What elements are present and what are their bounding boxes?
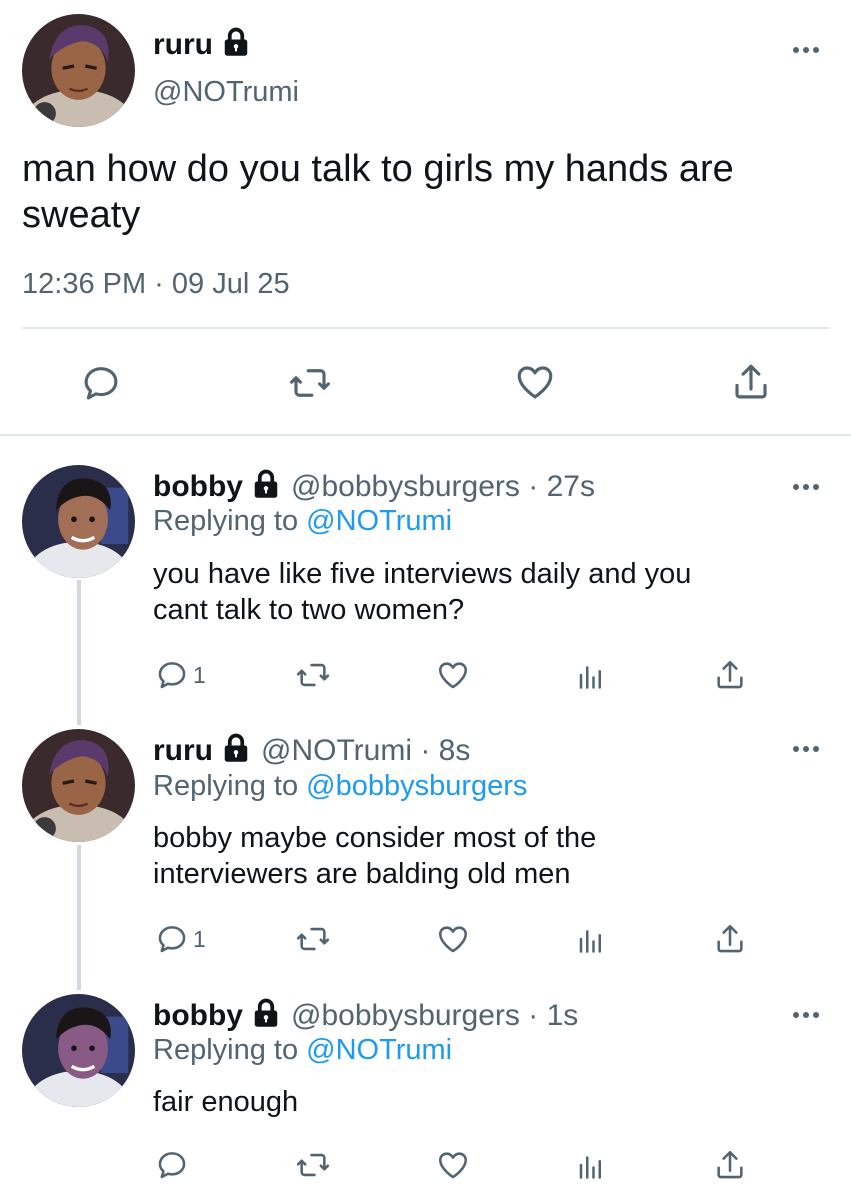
views-icon [579, 930, 601, 953]
thread-line [77, 580, 81, 725]
replying-to-label: Replying to [153, 1034, 307, 1066]
retweet-icon [296, 663, 330, 687]
replying-to: Replying to @NOTrumi [153, 505, 452, 538]
more-icon[interactable] [793, 1012, 819, 1018]
share-icon [717, 660, 743, 689]
divider [0, 434, 851, 436]
reply-button[interactable] [155, 1148, 189, 1182]
reply-author-name[interactable]: ruru [153, 734, 213, 768]
like-button[interactable] [435, 1148, 471, 1182]
views-icon [579, 666, 601, 689]
more-icon[interactable] [793, 47, 819, 53]
like-icon [438, 1152, 468, 1179]
retweet-button[interactable] [295, 1148, 331, 1182]
like-icon [438, 926, 468, 953]
thread-line [77, 845, 81, 990]
views-button[interactable] [576, 1150, 606, 1180]
reply-text-line: bobby maybe consider most of the [153, 822, 597, 854]
replying-to-label: Replying to [153, 505, 307, 537]
divider [22, 327, 829, 329]
retweet-icon [296, 927, 330, 951]
replying-to: Replying to @bobbysburgers [153, 770, 527, 803]
share-icon [717, 924, 743, 953]
tweet-timestamp[interactable]: 12:36 PM · 09 Jul 25 [22, 268, 290, 301]
share-button[interactable] [713, 658, 747, 692]
reply-text: you have like five interviews daily and … [153, 556, 691, 628]
reply-count: 1 [193, 925, 206, 952]
reply-meta[interactable]: @NOTrumi · 8s [261, 734, 470, 768]
reply-header: bobby @bobbysburgers · 27s [153, 469, 595, 504]
lock-icon [221, 733, 251, 768]
like-icon [517, 366, 553, 399]
replying-to: Replying to @NOTrumi [153, 1034, 452, 1067]
more-icon[interactable] [793, 746, 819, 752]
like-icon [438, 662, 468, 689]
share-button[interactable] [729, 361, 773, 403]
reply-header: ruru @NOTrumi · 8s [153, 733, 470, 768]
reply-header: bobby @bobbysburgers · 1s [153, 998, 578, 1033]
reply-text: fair enough [153, 1084, 298, 1120]
reply-text-line: cant talk to two women? [153, 594, 465, 626]
lock-icon [251, 469, 281, 504]
like-button[interactable] [435, 922, 471, 956]
reply-text-line: fair enough [153, 1086, 299, 1118]
reply-text-line: you have like five interviews daily and … [153, 558, 692, 590]
more-icon[interactable] [793, 484, 819, 490]
reply-text: bobby maybe consider most of the intervi… [153, 820, 596, 892]
reply-text-line: interviewers are balding old men [153, 858, 571, 890]
reply-icon [158, 926, 186, 953]
reply-button[interactable]: 1 [155, 658, 206, 692]
reply-icon [84, 367, 118, 400]
like-button[interactable] [513, 361, 557, 403]
tweet-text-line: man how do you talk to girls my hands ar… [22, 148, 734, 190]
reply-author-name[interactable]: bobby [153, 470, 243, 504]
tweet-text-line: sweaty [22, 194, 141, 236]
replying-to-handle[interactable]: @bobbysburgers [306, 770, 527, 802]
replying-to-handle[interactable]: @NOTrumi [306, 505, 452, 537]
avatar-bobby[interactable] [22, 994, 135, 1107]
lock-icon [221, 27, 251, 62]
reply-button[interactable]: 1 [155, 922, 206, 956]
views-button[interactable] [576, 924, 606, 954]
avatar-bobby[interactable] [22, 465, 135, 578]
replying-to-handle[interactable]: @NOTrumi [306, 1034, 452, 1066]
reply-count: 1 [193, 661, 206, 688]
reply-meta[interactable]: @bobbysburgers · 27s [291, 470, 595, 504]
retweet-icon [296, 1153, 330, 1177]
author-name-row: ruru [153, 27, 251, 62]
reply-icon [158, 662, 186, 689]
retweet-icon [290, 369, 330, 397]
share-button[interactable] [713, 922, 747, 956]
views-icon [579, 1156, 601, 1179]
author-handle[interactable]: @NOTrumi [153, 76, 299, 109]
reply-meta[interactable]: @bobbysburgers · 1s [291, 999, 578, 1033]
tweet-text: man how do you talk to girls my hands ar… [22, 146, 734, 238]
avatar-ruru[interactable] [22, 14, 135, 127]
reply-icon [158, 1152, 186, 1179]
avatar-ruru[interactable] [22, 729, 135, 842]
replying-to-label: Replying to [153, 770, 307, 802]
reply-button[interactable] [80, 362, 122, 404]
author-name[interactable]: ruru [153, 28, 213, 62]
like-button[interactable] [435, 658, 471, 692]
retweet-button[interactable] [288, 362, 332, 404]
retweet-button[interactable] [295, 922, 331, 956]
views-button[interactable] [576, 660, 606, 690]
reply-author-name[interactable]: bobby [153, 999, 243, 1033]
retweet-button[interactable] [295, 658, 331, 692]
share-icon [717, 1150, 743, 1179]
share-icon [735, 364, 767, 399]
share-button[interactable] [713, 1148, 747, 1182]
lock-icon [251, 998, 281, 1033]
